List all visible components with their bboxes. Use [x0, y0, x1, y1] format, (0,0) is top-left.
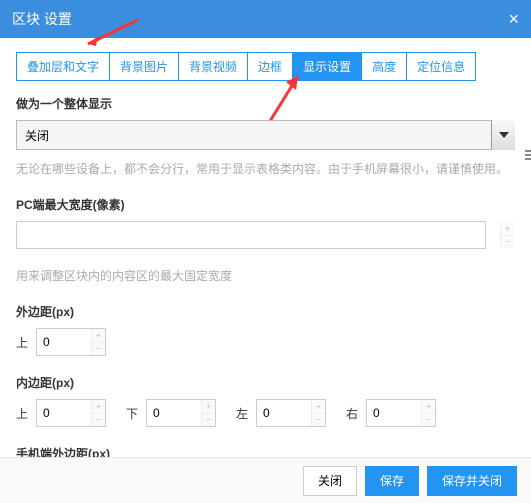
display-block-label: 做为一个整体显示 [16, 95, 515, 112]
step-down-icon[interactable]: − [421, 414, 435, 427]
pc-max-width-input[interactable] [16, 221, 486, 249]
step-up-icon[interactable]: + [91, 329, 105, 343]
step-down-icon[interactable]: − [201, 414, 215, 427]
pc-max-width-label: PC端最大宽度(像素) [16, 196, 515, 213]
step-up-icon[interactable]: + [91, 400, 105, 414]
tab-height[interactable]: 高度 [361, 52, 407, 81]
save-close-button[interactable]: 保存并关闭 [427, 466, 517, 496]
display-block-help: 无论在哪些设备上，都不会分行，常用于显示表格类内容。由于手机屏幕很小，请谨慎使用… [16, 160, 515, 178]
step-up-icon[interactable]: + [311, 400, 325, 414]
tab-position[interactable]: 定位信息 [406, 52, 476, 81]
margin-top-label: 上 [16, 334, 30, 351]
resize-handle-icon[interactable] [525, 150, 531, 170]
step-up-icon[interactable]: + [201, 400, 215, 414]
tab-bg-image[interactable]: 背景图片 [109, 52, 179, 81]
dialog-footer: 关闭 保存 保存并关闭 [0, 457, 531, 503]
tab-bg-video[interactable]: 背景视频 [178, 52, 248, 81]
tab-border[interactable]: 边框 [247, 52, 293, 81]
step-down-icon[interactable]: − [91, 414, 105, 427]
tab-display-settings[interactable]: 显示设置 [292, 52, 362, 81]
close-icon[interactable]: × [508, 0, 519, 38]
dialog-title: 区块 设置 [12, 0, 72, 38]
tab-overlay-text[interactable]: 叠加层和文字 [16, 52, 110, 81]
margin-label: 外边距(px) [16, 303, 515, 320]
pc-max-width-help: 用来调整区块内的内容区的最大固定宽度 [16, 267, 515, 285]
close-button[interactable]: 关闭 [303, 466, 357, 496]
padding-top-label: 上 [16, 405, 30, 422]
step-up-icon[interactable]: + [500, 222, 514, 236]
padding-bottom-label: 下 [126, 405, 140, 422]
save-button[interactable]: 保存 [365, 466, 419, 496]
step-down-icon[interactable]: − [311, 414, 325, 427]
padding-right-label: 右 [346, 405, 360, 422]
padding-label: 内边距(px) [16, 374, 515, 391]
padding-left-label: 左 [236, 405, 250, 422]
step-down-icon[interactable]: − [500, 236, 514, 249]
step-down-icon[interactable]: − [91, 343, 105, 356]
dialog-body: 叠加层和文字 背景图片 背景视频 边框 显示设置 高度 定位信息 做为一个整体显… [0, 38, 531, 458]
dialog-header: 区块 设置 × [0, 0, 531, 38]
step-up-icon[interactable]: + [421, 400, 435, 414]
tab-bar: 叠加层和文字 背景图片 背景视频 边框 显示设置 高度 定位信息 [16, 52, 515, 81]
display-block-select[interactable] [16, 120, 515, 150]
